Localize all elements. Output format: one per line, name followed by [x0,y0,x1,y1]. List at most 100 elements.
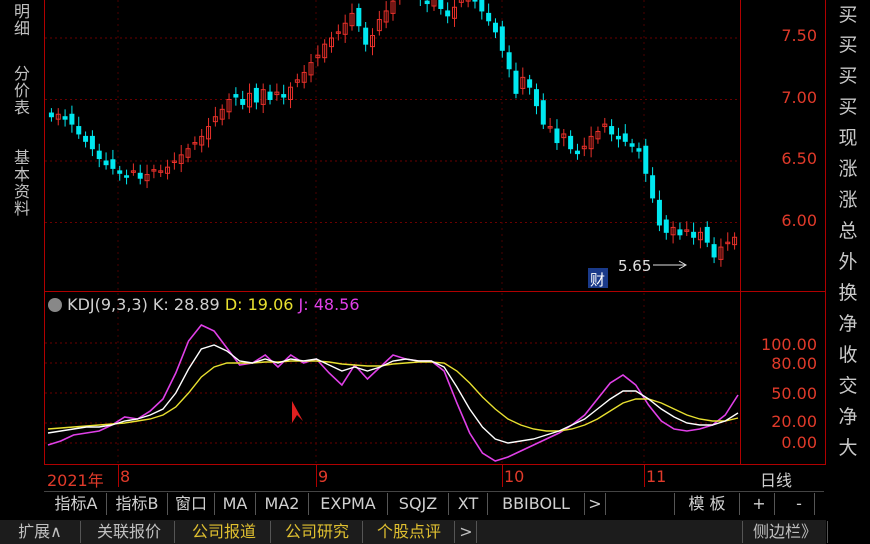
candle-body [363,27,369,45]
side-label: 买 [838,34,858,56]
candle-body [76,126,82,135]
kdj-legend: KDJ(9,3,3) K: 28.89 D: 19.06 J: 48.56 [48,295,360,314]
candle-body [663,219,669,233]
bottom-more-button[interactable]: > [456,521,477,543]
tab-more-button[interactable]: > [585,493,606,515]
candle-body [117,170,123,174]
candle-body [656,199,662,226]
tab-stock-comments[interactable]: 个股点评 [364,521,455,543]
tab-indicator-a[interactable]: 指标A [46,493,107,515]
ind-tick: 100.00 [761,335,817,354]
candle-body [677,229,683,236]
tab-window[interactable]: 窗口 [168,493,215,515]
candle-body [267,91,273,101]
kdj-indicator-chart[interactable] [45,293,739,463]
low-price-label: 5.65 [618,257,651,275]
indicator-tabs: 指标A 指标B 窗口 MA MA2 EXPMA SQJZ XT BBIBOLL … [44,491,824,518]
date-month: 9 [318,467,329,486]
date-axis: 2021年 8 9 10 11 [45,465,739,490]
candle-body [233,94,239,98]
bottom-tab-bar: 扩展∧ 关联报价 公司报道 公司研究 个股点评 > 侧边栏》 [0,520,828,544]
candle-body [445,10,451,17]
tab-sqjz[interactable]: SQJZ [388,493,449,515]
sidebar-toggle-button[interactable]: 侧边栏》 [742,521,828,543]
tab-ma[interactable]: MA [215,493,256,515]
candle-body [137,172,143,179]
candle-body [492,22,498,33]
price-tick: 6.00 [781,211,817,230]
candle-body [62,116,68,120]
tab-expma[interactable]: EXPMA [309,493,388,515]
side-label: 净 [838,313,858,335]
candle-body [124,175,130,178]
candle-body [704,226,710,243]
candle-body [486,12,492,22]
tab-company-research[interactable]: 公司研究 [272,521,363,543]
candle-body [438,0,444,9]
tab-basic-info[interactable]: 基本资料 [0,138,40,228]
price-tick: 7.50 [781,26,817,45]
candle-body [89,135,95,150]
zoom-out-button[interactable]: - [784,493,815,515]
candle-body [83,135,89,142]
tab-xt[interactable]: XT [449,493,488,515]
d-label: D: [224,295,243,314]
candle-body [615,135,621,140]
candle-body [711,244,717,258]
tab-company-reports[interactable]: 公司报道 [178,521,271,543]
side-label: 涨 [838,189,858,211]
price-tick: 6.50 [781,149,817,168]
candle-body [253,87,259,103]
candle-body [96,150,102,160]
side-label: 买 [838,4,858,26]
date-month: 10 [504,467,525,486]
side-label: 涨 [838,158,858,180]
candle-body [609,126,615,135]
tab-price-table[interactable]: 分价表 [0,50,40,130]
template-button[interactable]: 模 板 [674,493,740,515]
expand-button[interactable]: 扩展∧ [0,521,81,543]
candle-body [513,70,519,94]
zoom-in-button[interactable]: + [744,493,775,515]
tab-bbiboll[interactable]: BBIBOLL [488,493,585,515]
candle-body [636,148,642,152]
candle-body [574,150,580,155]
candle-body [691,231,697,238]
finance-badge: 财 [590,271,605,289]
candle-body [356,7,362,27]
candle-body [103,160,109,166]
candle-body [69,113,75,125]
k-value: 28.89 [173,295,220,314]
settings-dot-icon[interactable] [48,298,62,312]
side-label: 净 [838,406,858,428]
candlestick-chart[interactable]: 5.65 财 [45,0,739,290]
date-month: 11 [646,467,667,486]
candle-body [499,26,505,51]
candle-body [540,100,546,125]
j-label: J: [298,295,309,314]
low-price-marker: 5.65 [618,257,688,275]
candle-body [424,0,430,5]
candle-body [527,79,533,88]
j-value: 48.56 [313,295,360,314]
period-selector[interactable]: 日线 [760,467,792,491]
tab-related-quotes[interactable]: 关联报价 [84,521,175,543]
price-tick: 7.00 [781,88,817,107]
left-tab-strip: 明细 分价表 基本资料 [0,0,45,465]
ind-tick: 80.00 [771,354,817,373]
candle-body [506,52,512,70]
candle-body [110,159,116,169]
quote-side-panel: 买 买 买 买 现 涨 涨 总 外 换 净 收 交 净 大 [826,0,870,544]
tab-detail[interactable]: 明细 [0,0,40,40]
kdj-d-line [47,360,739,432]
candle-body [650,175,656,199]
value-axis: 7.50 7.00 6.50 6.00 100.00 80.00 50.00 2… [740,0,826,465]
side-label: 总 [838,220,858,242]
candle-body [240,99,246,105]
tab-ma2[interactable]: MA2 [256,493,309,515]
candle-body [554,128,560,144]
candle-body [48,112,54,118]
ind-tick: 20.00 [771,412,817,431]
side-label: 外 [838,251,858,273]
tab-indicator-b[interactable]: 指标B [107,493,168,515]
